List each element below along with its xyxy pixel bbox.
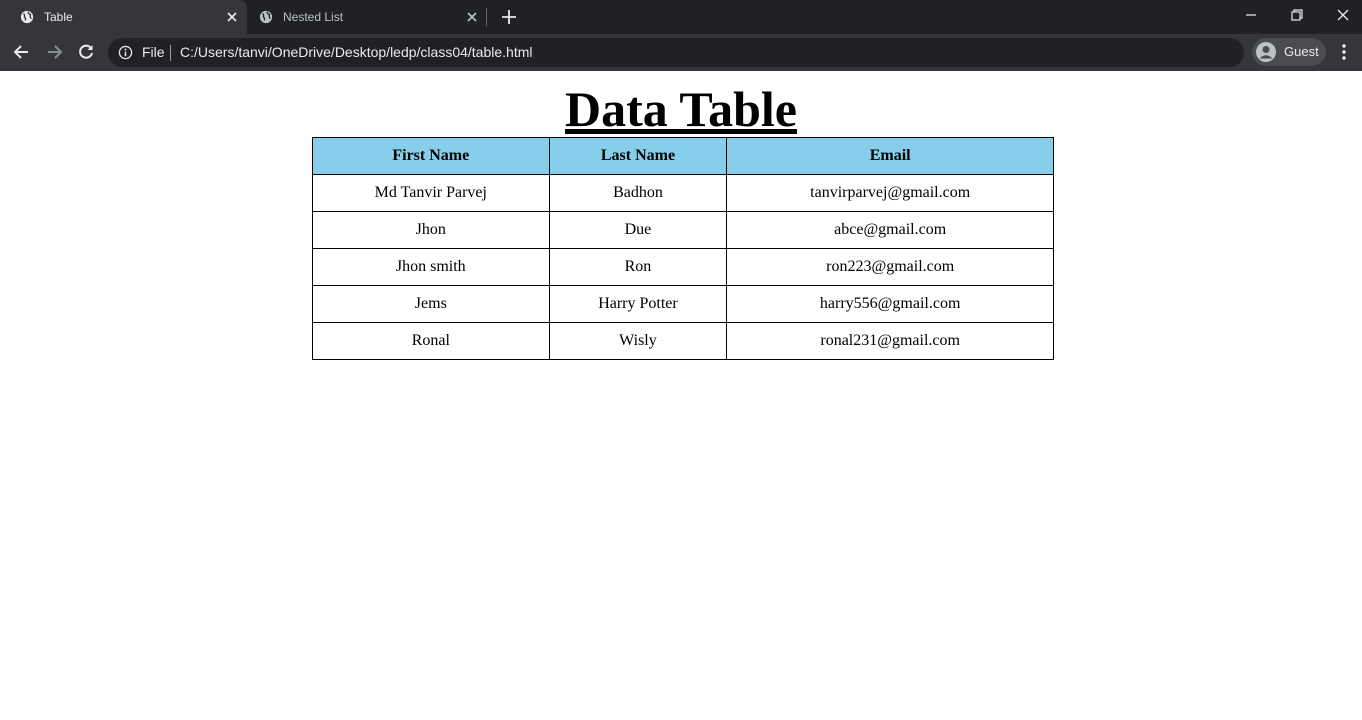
forward-arrow-icon[interactable]: [44, 42, 64, 62]
window-close-icon[interactable]: [1335, 7, 1351, 23]
info-icon[interactable]: [118, 45, 133, 60]
tab-nested-list[interactable]: Nested List: [247, 0, 487, 34]
page-content: Data Table First Name Last Name Email Md…: [0, 71, 1362, 720]
table-row: Md Tanvir Parvej Badhon tanvirparvej@gma…: [312, 174, 1054, 212]
column-header-last-name: Last Name: [548, 137, 728, 175]
cell-first-name: Md Tanvir Parvej: [312, 174, 550, 212]
scheme-label: File: [142, 44, 165, 60]
cell-last-name: Due: [548, 211, 728, 249]
cell-last-name: Badhon: [548, 174, 728, 212]
cell-email: ron223@gmail.com: [726, 248, 1054, 286]
table-row: Ronal Wisly ronal231@gmail.com: [312, 322, 1054, 360]
url-text[interactable]: C:/Users/tanvi/OneDrive/Desktop/ledp/cla…: [180, 44, 532, 61]
tab-title: Nested List: [283, 10, 344, 24]
back-arrow-icon[interactable]: [12, 42, 32, 62]
cell-email: harry556@gmail.com: [726, 285, 1054, 323]
data-table: First Name Last Name Email Md Tanvir Par…: [312, 137, 1054, 360]
tab-strip: Table Nested List: [0, 0, 1362, 34]
page-title: Data Table: [564, 81, 797, 137]
globe-icon: [20, 10, 34, 24]
restore-icon[interactable]: [1289, 7, 1305, 23]
cell-last-name: Wisly: [548, 322, 728, 360]
table-row: Jems Harry Potter harry556@gmail.com: [312, 285, 1054, 323]
tab-title: Table: [44, 10, 73, 24]
cell-email: ronal231@gmail.com: [726, 322, 1054, 360]
profile-label: Guest: [1284, 44, 1319, 59]
cell-first-name: Jems: [312, 285, 550, 323]
cell-first-name: Ronal: [312, 322, 550, 360]
table-header-row: First Name Last Name Email: [312, 137, 1054, 175]
reload-icon[interactable]: [76, 42, 96, 62]
profile-button[interactable]: Guest: [1252, 38, 1326, 66]
cell-last-name: Harry Potter: [548, 285, 728, 323]
cell-first-name: Jhon: [312, 211, 550, 249]
address-bar[interactable]: File C:/Users/tanvi/OneDrive/Desktop/led…: [108, 38, 1244, 67]
avatar-icon: [1256, 42, 1276, 62]
omnibox-divider: [170, 45, 171, 61]
column-header-email: Email: [726, 137, 1054, 175]
kebab-menu-icon[interactable]: [1336, 42, 1352, 62]
close-icon[interactable]: [225, 10, 239, 24]
new-tab-plus-icon[interactable]: [500, 8, 518, 26]
table-row: Jhon Due abce@gmail.com: [312, 211, 1054, 249]
browser-toolbar: File C:/Users/tanvi/OneDrive/Desktop/led…: [0, 34, 1362, 71]
minimize-icon[interactable]: [1243, 7, 1259, 23]
table-row: Jhon smith Ron ron223@gmail.com: [312, 248, 1054, 286]
cell-email: abce@gmail.com: [726, 211, 1054, 249]
column-header-first-name: First Name: [312, 137, 550, 175]
cell-email: tanvirparvej@gmail.com: [726, 174, 1054, 212]
tab-table[interactable]: Table: [0, 0, 247, 34]
globe-icon: [259, 10, 273, 24]
cell-first-name: Jhon smith: [312, 248, 550, 286]
tab-separator: [486, 8, 487, 26]
cell-last-name: Ron: [548, 248, 728, 286]
close-icon[interactable]: [465, 10, 479, 24]
